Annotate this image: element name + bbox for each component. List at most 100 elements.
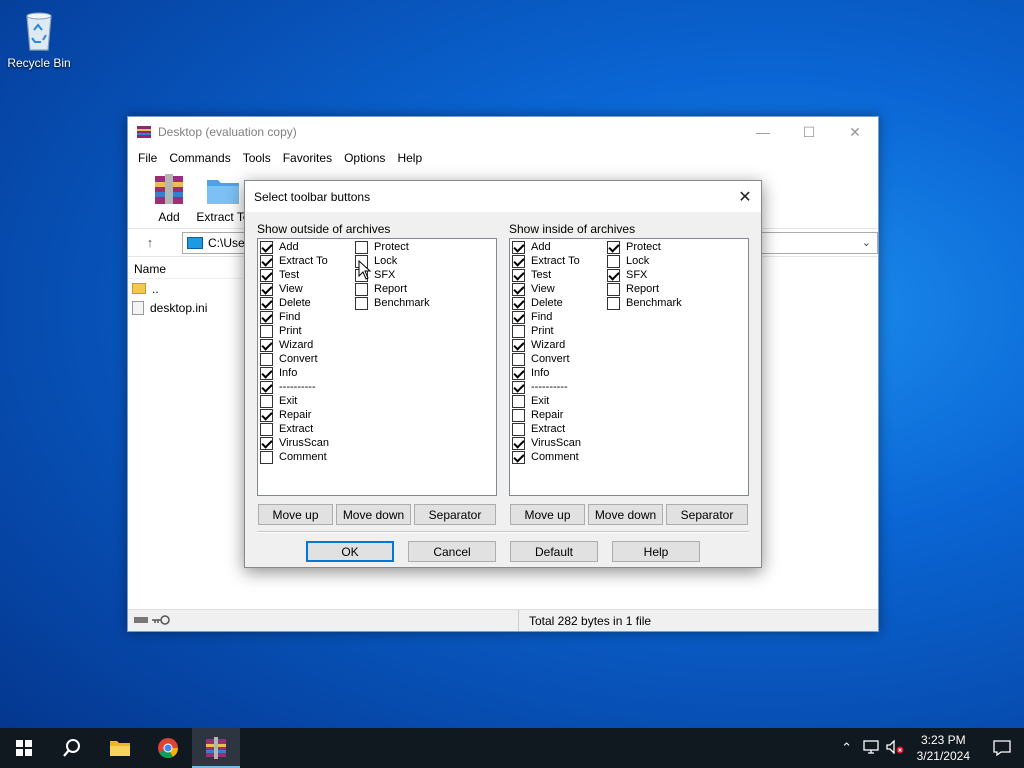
checkbox-item[interactable]: Wizard — [260, 338, 329, 352]
dialog-close-icon[interactable]: ✕ — [729, 187, 761, 207]
winrar-taskbar-button[interactable] — [192, 728, 240, 768]
dialog-titlebar[interactable]: Select toolbar buttons ✕ — [245, 181, 761, 212]
checkbox-item[interactable]: Print — [260, 324, 329, 338]
search-button[interactable] — [48, 728, 96, 768]
checkbox-checked[interactable] — [607, 240, 620, 254]
checkbox-item[interactable]: Test — [260, 268, 329, 282]
checkbox-checked[interactable] — [260, 436, 273, 450]
checkbox-checked[interactable] — [260, 310, 273, 324]
checkbox-item[interactable]: Wizard — [512, 338, 581, 352]
checkbox-item[interactable]: Test — [512, 268, 581, 282]
outside-move-up-button[interactable]: Move up — [258, 504, 333, 525]
checkbox-checked[interactable] — [260, 380, 273, 394]
checkbox-checked[interactable] — [260, 408, 273, 422]
list-item[interactable]: .. — [128, 279, 248, 298]
checkbox-unchecked[interactable] — [355, 240, 368, 254]
checkbox-item[interactable]: ---------- — [260, 380, 329, 394]
checkbox-unchecked[interactable] — [260, 324, 273, 338]
menu-file[interactable]: File — [132, 151, 163, 165]
drive-icon[interactable] — [134, 614, 148, 628]
checkbox-item[interactable]: VirusScan — [260, 436, 329, 450]
chevron-down-icon[interactable]: ⌄ — [862, 236, 871, 249]
checkbox-item[interactable]: Benchmark — [607, 296, 682, 310]
checkbox-item[interactable]: Report — [607, 282, 682, 296]
ok-button[interactable]: OK — [306, 541, 394, 562]
outside-move-down-button[interactable]: Move down — [336, 504, 411, 525]
chrome-taskbar-button[interactable] — [144, 728, 192, 768]
checkbox-checked[interactable] — [260, 254, 273, 268]
column-header-name[interactable]: Name — [128, 259, 248, 279]
checkbox-item[interactable]: Extract To — [512, 254, 581, 268]
list-item[interactable]: desktop.ini — [128, 298, 248, 317]
checkbox-item[interactable]: Comment — [512, 450, 581, 464]
checkbox-item[interactable]: Find — [512, 310, 581, 324]
checkbox-item[interactable]: View — [512, 282, 581, 296]
checkbox-item[interactable]: Add — [512, 240, 581, 254]
checkbox-item[interactable]: Report — [355, 282, 430, 296]
checkbox-unchecked[interactable] — [512, 394, 525, 408]
inside-move-down-button[interactable]: Move down — [588, 504, 663, 525]
checkbox-item[interactable]: Info — [260, 366, 329, 380]
menu-help[interactable]: Help — [391, 151, 428, 165]
checkbox-unchecked[interactable] — [607, 296, 620, 310]
action-center-button[interactable] — [980, 728, 1024, 768]
file-explorer-taskbar-button[interactable] — [96, 728, 144, 768]
checkbox-checked[interactable] — [512, 310, 525, 324]
menu-tools[interactable]: Tools — [237, 151, 277, 165]
checkbox-checked[interactable] — [260, 338, 273, 352]
recycle-bin-shortcut[interactable]: Recycle Bin — [4, 8, 74, 70]
checkbox-item[interactable]: Lock — [607, 254, 682, 268]
checkbox-item[interactable]: Repair — [512, 408, 581, 422]
menu-options[interactable]: Options — [338, 151, 391, 165]
checkbox-item[interactable]: Delete — [260, 296, 329, 310]
checkbox-item[interactable]: Convert — [260, 352, 329, 366]
checkbox-item[interactable]: Extract — [260, 422, 329, 436]
checkbox-item[interactable]: Add — [260, 240, 329, 254]
main-titlebar[interactable]: Desktop (evaluation copy) — ☐ ✕ — [128, 117, 878, 147]
checkbox-checked[interactable] — [512, 366, 525, 380]
start-button[interactable] — [0, 728, 48, 768]
checkbox-item[interactable]: Exit — [512, 394, 581, 408]
checkbox-unchecked[interactable] — [512, 422, 525, 436]
checkbox-unchecked[interactable] — [260, 422, 273, 436]
checkbox-checked[interactable] — [512, 296, 525, 310]
checkbox-unchecked[interactable] — [260, 450, 273, 464]
close-button[interactable]: ✕ — [832, 117, 878, 147]
checkbox-item[interactable]: VirusScan — [512, 436, 581, 450]
menu-commands[interactable]: Commands — [163, 151, 236, 165]
checkbox-item[interactable]: Extract — [512, 422, 581, 436]
checkbox-unchecked[interactable] — [512, 408, 525, 422]
taskbar-clock[interactable]: 3:23 PM 3/21/2024 — [907, 732, 980, 764]
checkbox-item[interactable]: ---------- — [512, 380, 581, 394]
checkbox-checked[interactable] — [260, 296, 273, 310]
checkbox-item[interactable]: Benchmark — [355, 296, 430, 310]
checkbox-checked[interactable] — [260, 240, 273, 254]
checkbox-checked[interactable] — [260, 366, 273, 380]
checkbox-unchecked[interactable] — [260, 352, 273, 366]
checkbox-item[interactable]: Comment — [260, 450, 329, 464]
outside-separator-button[interactable]: Separator — [414, 504, 496, 525]
checkbox-checked[interactable] — [512, 436, 525, 450]
checkbox-item[interactable]: Convert — [512, 352, 581, 366]
checkbox-checked[interactable] — [512, 450, 525, 464]
inside-move-up-button[interactable]: Move up — [510, 504, 585, 525]
checkbox-item[interactable]: View — [260, 282, 329, 296]
checkbox-item[interactable]: Repair — [260, 408, 329, 422]
checkbox-checked[interactable] — [512, 338, 525, 352]
toolbar-extract-to-button[interactable]: Extract To — [196, 172, 250, 228]
cancel-button[interactable]: Cancel — [408, 541, 496, 562]
checkbox-item[interactable]: Find — [260, 310, 329, 324]
checkbox-checked[interactable] — [260, 282, 273, 296]
minimize-button[interactable]: — — [740, 117, 786, 147]
checkbox-checked[interactable] — [607, 268, 620, 282]
checkbox-unchecked[interactable] — [355, 296, 368, 310]
volume-muted-icon[interactable] — [883, 738, 907, 757]
checkbox-unchecked[interactable] — [512, 324, 525, 338]
checkbox-unchecked[interactable] — [355, 282, 368, 296]
checkbox-unchecked[interactable] — [607, 282, 620, 296]
chevron-up-icon[interactable]: ⌃ — [835, 740, 859, 756]
checkbox-item[interactable]: Info — [512, 366, 581, 380]
checkbox-item[interactable]: Extract To — [260, 254, 329, 268]
checkbox-checked[interactable] — [512, 254, 525, 268]
help-button[interactable]: Help — [612, 541, 700, 562]
